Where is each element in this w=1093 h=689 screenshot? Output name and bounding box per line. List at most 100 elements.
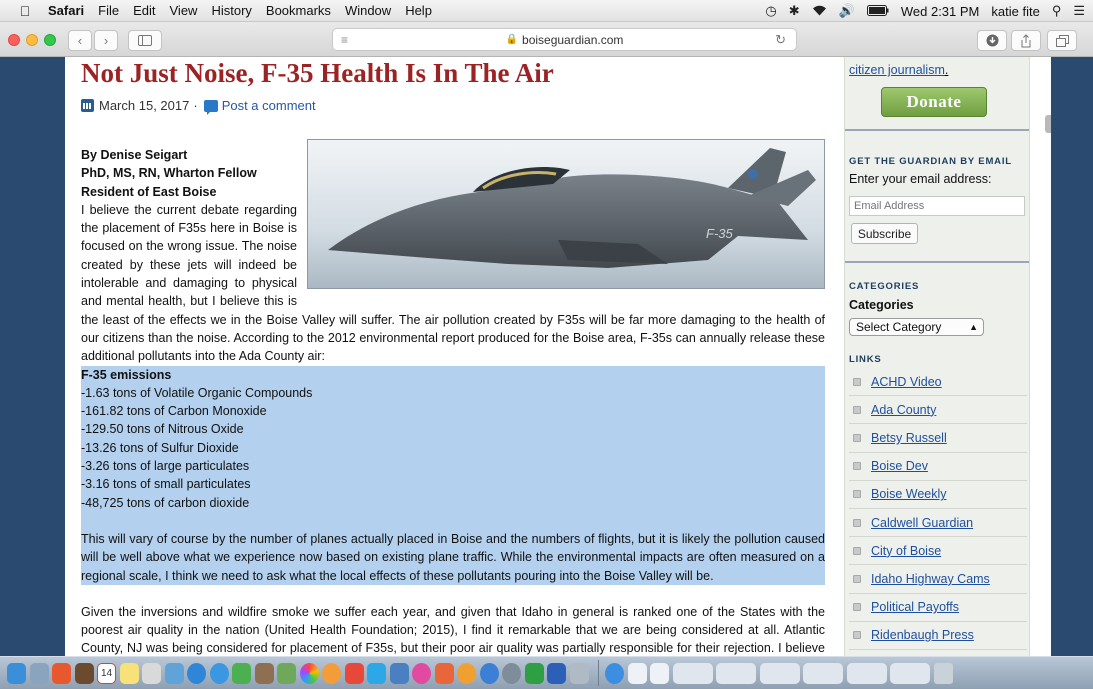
paragraph-2: This will vary of course by the number o…	[81, 531, 825, 583]
app-icon[interactable]	[569, 662, 589, 684]
trash-icon[interactable]	[933, 662, 953, 684]
menu-app-safari[interactable]: Safari	[48, 3, 84, 18]
link-boise-weekly[interactable]: Boise Weekly	[871, 487, 947, 501]
minimized-window-icon[interactable]	[803, 662, 843, 684]
link-city-of-boise[interactable]: City of Boise	[871, 544, 941, 558]
downloads-button[interactable]	[977, 30, 1007, 51]
time-machine-icon[interactable]: ◷	[765, 3, 776, 19]
calendar-icon[interactable]: 14	[97, 662, 116, 684]
app-store-icon[interactable]	[367, 662, 386, 684]
reload-icon[interactable]: ↻	[775, 32, 786, 48]
app-icon[interactable]	[434, 662, 454, 684]
menu-bookmarks[interactable]: Bookmarks	[266, 3, 331, 18]
messages-icon[interactable]	[209, 662, 229, 684]
donate-button[interactable]: Donate	[881, 87, 987, 117]
link-item[interactable]: Idaho Highway Cams	[849, 565, 1027, 594]
menu-user[interactable]: katie fite	[991, 4, 1039, 19]
scrollbar-thumb[interactable]	[1045, 115, 1051, 133]
post-comment-link[interactable]: Post a comment	[222, 98, 316, 113]
launchpad-icon[interactable]	[29, 662, 49, 684]
minimized-window-icon[interactable]	[890, 662, 930, 684]
link-boise-dev[interactable]: Boise Dev	[871, 459, 928, 473]
app-icon[interactable]	[74, 662, 94, 684]
downloads-stack-icon[interactable]	[605, 662, 624, 684]
link-item[interactable]: ACHD Video	[849, 368, 1027, 397]
notification-center-icon[interactable]: ☰	[1073, 3, 1085, 19]
forward-button[interactable]: ›	[94, 30, 118, 51]
link-item[interactable]: Political Payoffs	[849, 594, 1027, 622]
tabs-overview-button[interactable]	[1047, 30, 1077, 51]
subscribe-button[interactable]: Subscribe	[851, 223, 918, 244]
photo-booth-icon[interactable]	[254, 662, 274, 684]
back-button[interactable]: ‹	[68, 30, 92, 51]
share-button[interactable]	[1011, 30, 1041, 51]
finder-icon[interactable]	[7, 662, 26, 684]
wifi-icon[interactable]	[812, 4, 827, 19]
safari-toolbar: ‹ › ≡ 🔒 boiseguardian.com ↻	[0, 22, 1093, 57]
link-ridenbaugh-press[interactable]: Ridenbaugh Press	[871, 628, 974, 642]
menu-edit[interactable]: Edit	[133, 3, 155, 18]
link-item[interactable]: Ridenbaugh Press	[849, 622, 1027, 650]
menu-window[interactable]: Window	[345, 3, 391, 18]
minimized-window-icon[interactable]	[672, 662, 713, 684]
link-item[interactable]: Boise Weekly	[849, 481, 1027, 509]
zoom-window-button[interactable]	[44, 34, 56, 46]
menu-help[interactable]: Help	[405, 3, 432, 18]
minimized-window-icon[interactable]	[716, 662, 756, 684]
ibooks-icon[interactable]	[457, 662, 476, 684]
firefox-icon[interactable]	[52, 662, 71, 684]
battery-icon[interactable]	[866, 4, 889, 19]
link-item[interactable]: Boise Dev	[849, 453, 1027, 481]
notes-icon[interactable]	[119, 662, 139, 684]
maps-icon[interactable]	[277, 662, 296, 684]
menu-clock[interactable]: Wed 2:31 PM	[901, 4, 980, 19]
menu-view[interactable]: View	[170, 3, 198, 18]
link-item[interactable]: Ada County	[849, 396, 1027, 425]
close-window-button[interactable]	[8, 34, 20, 46]
document-icon[interactable]	[650, 662, 669, 684]
reader-view-icon[interactable]: ≡	[341, 33, 348, 47]
link-caldwell-guardian[interactable]: Caldwell Guardian	[871, 516, 973, 530]
music-icon[interactable]	[412, 662, 431, 684]
category-select[interactable]: Select Category ▲	[849, 318, 984, 336]
link-item[interactable]: Betsy Russell	[849, 424, 1027, 453]
facetime-icon[interactable]	[232, 662, 251, 684]
email-input[interactable]	[849, 196, 1025, 216]
reminders-icon[interactable]	[142, 662, 161, 684]
chevron-left-icon: ‹	[77, 33, 83, 48]
link-achd-video[interactable]: ACHD Video	[871, 375, 942, 389]
post-title[interactable]: Not Just Noise, F-35 Health Is In The Ai…	[81, 58, 825, 88]
minimize-window-button[interactable]	[26, 34, 38, 46]
link-ada-county[interactable]: Ada County	[871, 403, 936, 417]
excel-icon[interactable]	[524, 662, 544, 684]
link-item[interactable]: City of Boise	[849, 537, 1027, 566]
link-betsy-russell[interactable]: Betsy Russell	[871, 431, 947, 445]
system-preferences-icon[interactable]	[502, 662, 521, 684]
bluetooth-icon[interactable]: ✱	[789, 3, 800, 19]
app-icon[interactable]	[389, 662, 409, 684]
sidebar-toggle-button[interactable]	[128, 30, 162, 51]
itunes-icon[interactable]	[322, 662, 341, 684]
link-idaho-highway-cams[interactable]: Idaho Highway Cams	[871, 572, 990, 586]
citizen-journalism-link[interactable]: citizen journalism	[849, 63, 945, 77]
volume-icon[interactable]: 🔊	[839, 3, 855, 19]
minimized-window-icon[interactable]	[846, 662, 887, 684]
word-icon[interactable]	[547, 662, 566, 684]
app-icon[interactable]	[479, 662, 499, 684]
emission-item: -3.16 tons of small particulates	[81, 477, 251, 492]
link-political-payoffs[interactable]: Political Payoffs	[871, 600, 959, 614]
photos-icon[interactable]	[299, 662, 319, 684]
address-bar[interactable]: ≡ 🔒 boiseguardian.com ↻	[332, 28, 797, 51]
apple-menu-icon[interactable]: 	[14, 3, 36, 19]
app-icon[interactable]	[344, 662, 364, 684]
menu-history[interactable]: History	[211, 3, 251, 18]
preview-icon[interactable]	[164, 662, 184, 684]
document-icon[interactable]	[627, 662, 647, 684]
minimized-window-icon[interactable]	[759, 662, 800, 684]
link-item[interactable]: Caldwell Guardian	[849, 509, 1027, 538]
comment-icon[interactable]	[203, 99, 218, 115]
spotlight-search-icon[interactable]: ⚲	[1052, 3, 1062, 19]
menu-file[interactable]: File	[98, 3, 119, 18]
safari-icon[interactable]	[187, 662, 206, 684]
